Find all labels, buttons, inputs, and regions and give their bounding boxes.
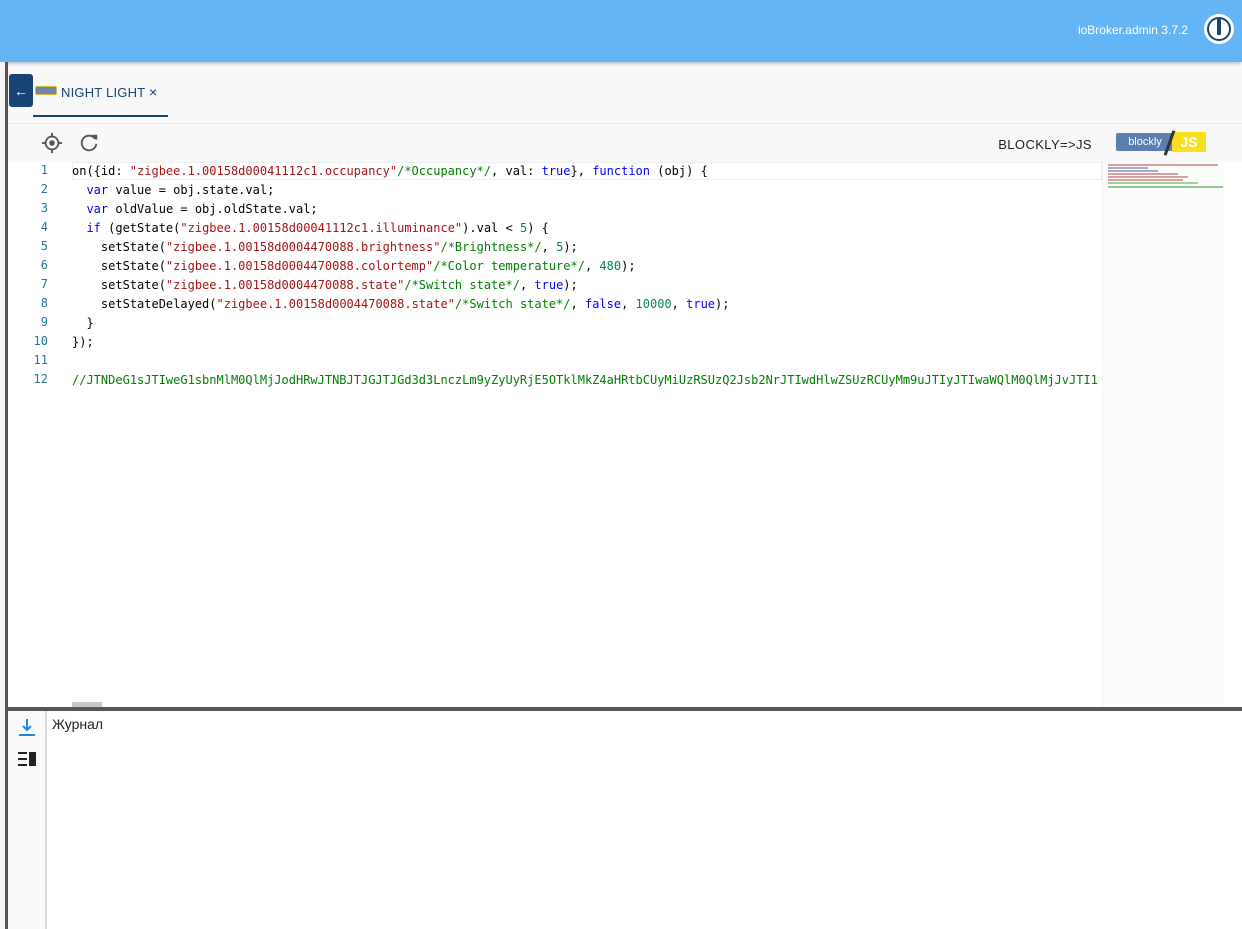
- scroll-down-icon[interactable]: [18, 717, 36, 737]
- line-number: 3: [40, 201, 48, 215]
- code-editor[interactable]: 1 2 3 4 5 6 7 8 9 10 11 12 on({id: "zigb…: [8, 162, 1242, 707]
- arrow-left-icon: ←: [14, 82, 28, 99]
- code-text-area[interactable]: on({id: "zigbee.1.00158d00041112c1.occup…: [72, 162, 1102, 707]
- line-number: 5: [40, 239, 48, 253]
- code-line: setStateDelayed("zigbee.1.00158d00044700…: [72, 297, 730, 311]
- line-number: 1: [40, 163, 48, 177]
- app-version: ioBroker.admin 3.7.2: [1077, 23, 1188, 37]
- line-number: 6: [40, 258, 48, 272]
- line-number: 12: [33, 372, 48, 386]
- refresh-icon[interactable]: [78, 132, 100, 154]
- back-button[interactable]: ←: [9, 74, 33, 107]
- line-number: 10: [33, 334, 48, 348]
- line-number: 11: [33, 353, 48, 367]
- code-line: on({id: "zigbee.1.00158d00041112c1.occup…: [72, 164, 708, 178]
- code-line: var oldValue = obj.oldState.val;: [86, 202, 318, 216]
- blockly-js-badge: blockly JS: [1116, 130, 1206, 156]
- code-minimap[interactable]: [1102, 162, 1223, 707]
- line-number: 7: [40, 277, 48, 291]
- blockly-script-icon: [35, 86, 57, 95]
- code-line: setState("zigbee.1.00158d0004470088.brig…: [72, 240, 578, 254]
- script-tab-bar: ← NIGHT LIGHT ×: [8, 68, 1242, 124]
- js-badge-label: JS: [1172, 132, 1206, 152]
- tab-night-light[interactable]: NIGHT LIGHT ×: [33, 68, 168, 117]
- log-sidebar: [8, 711, 47, 929]
- log-title: Журнал: [52, 716, 104, 732]
- code-line: });: [72, 335, 94, 349]
- line-number: 9: [40, 315, 48, 329]
- editor-toolbar: BLOCKLY=>JS blockly JS: [8, 124, 1242, 162]
- left-edge-bar: [0, 62, 8, 929]
- code-line: if (getState("zigbee.1.00158d00041112c1.…: [86, 221, 549, 235]
- blockly-to-js-button[interactable]: BLOCKLY=>JS: [998, 137, 1092, 152]
- toggle-details-icon[interactable]: [18, 751, 36, 767]
- log-panel: Журнал: [8, 711, 1242, 929]
- code-line: setState("zigbee.1.00158d0004470088.stat…: [72, 278, 578, 292]
- close-tab-icon[interactable]: ×: [149, 84, 157, 100]
- code-line: }: [72, 316, 94, 330]
- tab-label: NIGHT LIGHT: [61, 85, 146, 100]
- code-line: setState("zigbee.1.00158d0004470088.colo…: [72, 259, 636, 273]
- line-number-gutter: 1 2 3 4 5 6 7 8 9 10 11 12: [8, 162, 58, 707]
- line-number: 8: [40, 296, 48, 310]
- line-number: 2: [40, 182, 48, 196]
- app-header: ioBroker.admin 3.7.2: [0, 0, 1242, 62]
- line-number: 4: [40, 220, 48, 234]
- iobroker-logo-icon[interactable]: [1204, 14, 1234, 44]
- locate-icon[interactable]: [41, 132, 63, 154]
- code-line: //JTNDeG1sJTIweG1sbnMlM0QlMjJodHRwJTNBJT…: [72, 373, 1098, 387]
- code-line: var value = obj.state.val;: [86, 183, 275, 197]
